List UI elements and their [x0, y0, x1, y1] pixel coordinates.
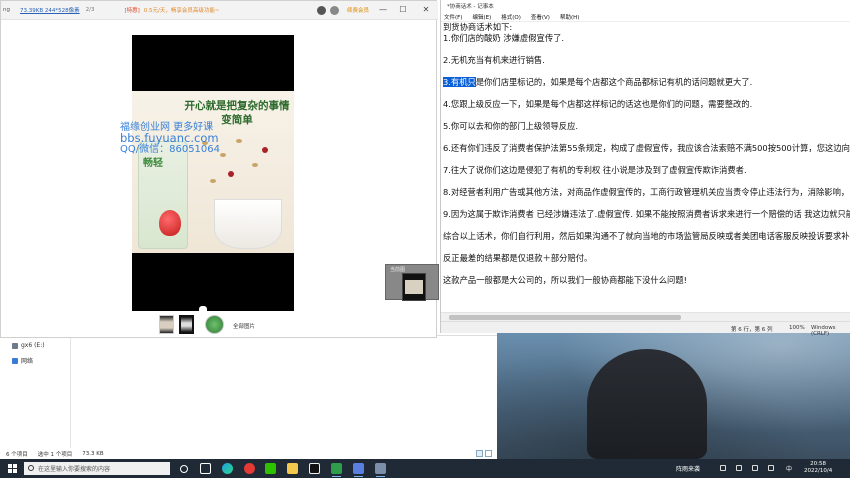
maximize-icon[interactable]: ☐: [397, 4, 409, 16]
network-icon: [12, 357, 18, 364]
menu-file[interactable]: 文件(F): [444, 13, 462, 21]
image-viewer-window: ng 73.39KB 244*528像素 2/3 [特惠] 0.5元/天，畅享会…: [0, 0, 439, 338]
watermark: 福缘创业网 更多好课 bbs.fuyuanc.com QQ/微信：8605106…: [120, 122, 221, 155]
thumbnail-1[interactable]: [159, 315, 174, 334]
notepad-taskbar-icon[interactable]: [375, 463, 386, 477]
wechat-icon[interactable]: [265, 463, 276, 474]
explorer-status-bar: 6 个项目 选中 1 个项目 73.3 KB: [0, 448, 497, 459]
taskbar: 在这里输入你要搜索的内容 阵雨来袭 中 20:58 2022/10/4: [0, 459, 850, 478]
volume-icon[interactable]: [768, 465, 774, 471]
search-icon: [28, 465, 34, 471]
folder-icon[interactable]: [287, 463, 298, 474]
windows-start-icon[interactable]: [8, 464, 17, 473]
notepad-text-area[interactable]: 到货协商话术如下: 1.你们店的酸奶 涉嫌虚假宣传了. 2.无机充当有机来进行销售.…: [442, 22, 850, 312]
notepad-line: 综合以上话术，你们自行利用，然后如果沟通不了就向当地的市场监管局反映或者美团电话…: [443, 231, 850, 241]
chevron-up-icon[interactable]: [720, 465, 726, 471]
close-icon[interactable]: ✕: [420, 4, 432, 16]
current-image-preview[interactable]: 当前图: [385, 264, 439, 301]
thumbnail-strip: [151, 312, 301, 336]
drive-icon: [12, 342, 18, 349]
line-ending: Windows (CRLF): [811, 325, 836, 337]
notepad-titlebar: *协商话术 - 记事本: [441, 0, 850, 12]
app-icon-2[interactable]: [331, 463, 342, 477]
viewer-filename: ng: [3, 7, 10, 13]
notepad-line: 5.你可以去和你的部门上级领导反应.: [443, 121, 579, 131]
thumbnail-2-selected[interactable]: [179, 315, 194, 334]
horizontal-scrollbar[interactable]: [441, 312, 850, 321]
input-method-indicator[interactable]: 中: [786, 464, 792, 473]
explorer-divider: [70, 335, 71, 448]
app-icon-1[interactable]: [309, 463, 320, 474]
taskbar-search-input[interactable]: 在这里输入你要搜索的内容: [24, 462, 170, 475]
notepad-menubar: 文件(F) 编辑(E) 格式(O) 查看(V) 帮助(H): [441, 12, 850, 22]
avatar-icon[interactable]: [317, 6, 326, 15]
settings-icon[interactable]: [330, 6, 339, 15]
notepad-line: 1.你们店的酸奶 涉嫌虚假宣传了.: [443, 33, 565, 43]
notepad-line: 到货协商话术如下:: [443, 22, 513, 32]
edge-icon[interactable]: [222, 463, 233, 474]
thumbnail-3[interactable]: [205, 315, 224, 334]
tray-app-icon[interactable]: [736, 465, 742, 471]
menu-format[interactable]: 格式(O): [501, 13, 521, 21]
details-view-button[interactable]: [476, 450, 483, 457]
zoom-level: 100%: [789, 325, 805, 331]
notepad-line: 这款产品一般都是大公司的，所以我们一般协商都能下没什么问题!: [443, 275, 687, 285]
desktop-wallpaper: [497, 333, 850, 459]
ad-text[interactable]: 0.5元/天，畅享会员高级功能~: [144, 6, 220, 14]
menu-help[interactable]: 帮助(H): [560, 13, 579, 21]
selected-size: 73.3 KB: [82, 450, 104, 457]
cursor-position: 第 6 行，第 6 列: [731, 327, 773, 333]
notepad-line: 9.因为这属于欺诈消费者 已经涉嫌违法了.虚假宣传. 如果不能按照消费者诉求来进…: [443, 209, 850, 219]
all-images-link[interactable]: 全部图片: [233, 322, 255, 330]
browser-360-icon[interactable]: [244, 463, 255, 474]
weather-widget[interactable]: 阵雨来袭: [676, 464, 700, 473]
vip-renew-link[interactable]: 续费会员: [347, 6, 369, 14]
viewer-titlebar: ng 73.39KB 244*528像素 2/3 [特惠] 0.5元/天，畅享会…: [1, 1, 438, 20]
notepad-line: 6.还有你们违反了消费者保护法第55条规定，构成了虚假宣传，我应该合法索赔不满5…: [443, 143, 850, 153]
page-indicator: 2/3: [85, 7, 95, 13]
ad-tag[interactable]: [特惠]: [124, 6, 139, 14]
nav-item-network[interactable]: 网络: [12, 356, 33, 365]
selected-count: 选中 1 个项目: [37, 451, 73, 458]
image-viewer-taskbar-icon[interactable]: [353, 463, 364, 477]
notepad-line: 4.您跟上级反应一下，如果是每个店都这样标记的话这也是你们的问题，需要整改的.: [443, 99, 753, 109]
strawberry: [159, 210, 181, 236]
minimize-icon[interactable]: —: [377, 4, 389, 16]
notepad-line: 7.往大了说你们这边是侵犯了有机的专利权 往小说是涉及到了虚假宣传欺诈消费者.: [443, 165, 747, 175]
image-meta[interactable]: 73.39KB 244*528像素: [20, 6, 80, 14]
network-tray-icon[interactable]: [752, 465, 758, 471]
notepad-line: 反正最差的结果都是仅退款＋部分赔付。: [443, 253, 593, 263]
item-count: 6 个项目: [6, 451, 28, 458]
text-selection: 3.有机只: [443, 77, 476, 87]
scrollbar-thumb[interactable]: [449, 315, 681, 320]
notepad-line: 3.有机只是你们店里标记的，如果是每个店都这个商品都标记有机的话问题就更大了.: [443, 77, 753, 87]
nav-item-drive[interactable]: gx6 (E:): [12, 342, 45, 349]
task-view-icon[interactable]: [200, 463, 211, 474]
notepad-line: 8.对经营者利用广告或其他方法，对商品作虚假宣传的，工商行政管理机关应当责令停止…: [443, 187, 850, 197]
notepad-status-bar: 第 6 行，第 6 列 100% Windows (CRLF): [441, 321, 850, 337]
tiles-view-button[interactable]: [485, 450, 492, 457]
displayed-image: 开心就是把复杂的事情变简单 畅轻 福缘创业网 更多好课 bbs.fuyuanc.…: [120, 35, 294, 311]
menu-edit[interactable]: 编辑(E): [472, 13, 491, 21]
notepad-line: 2.无机充当有机来进行销售.: [443, 55, 545, 65]
file-explorer-window: gx6 (E:) 网络: [0, 335, 497, 459]
yogurt-bottle: 畅轻: [138, 141, 188, 249]
menu-view[interactable]: 查看(V): [531, 13, 550, 21]
notepad-title: *协商话术 - 记事本: [447, 4, 494, 10]
notepad-window: *协商话术 - 记事本 文件(F) 编辑(E) 格式(O) 查看(V) 帮助(H…: [440, 0, 850, 337]
clock[interactable]: 20:58 2022/10/4: [804, 461, 832, 475]
cortana-icon[interactable]: [180, 465, 188, 473]
yogurt-bowl: [214, 199, 282, 249]
wallpaper-figure: [587, 349, 707, 459]
